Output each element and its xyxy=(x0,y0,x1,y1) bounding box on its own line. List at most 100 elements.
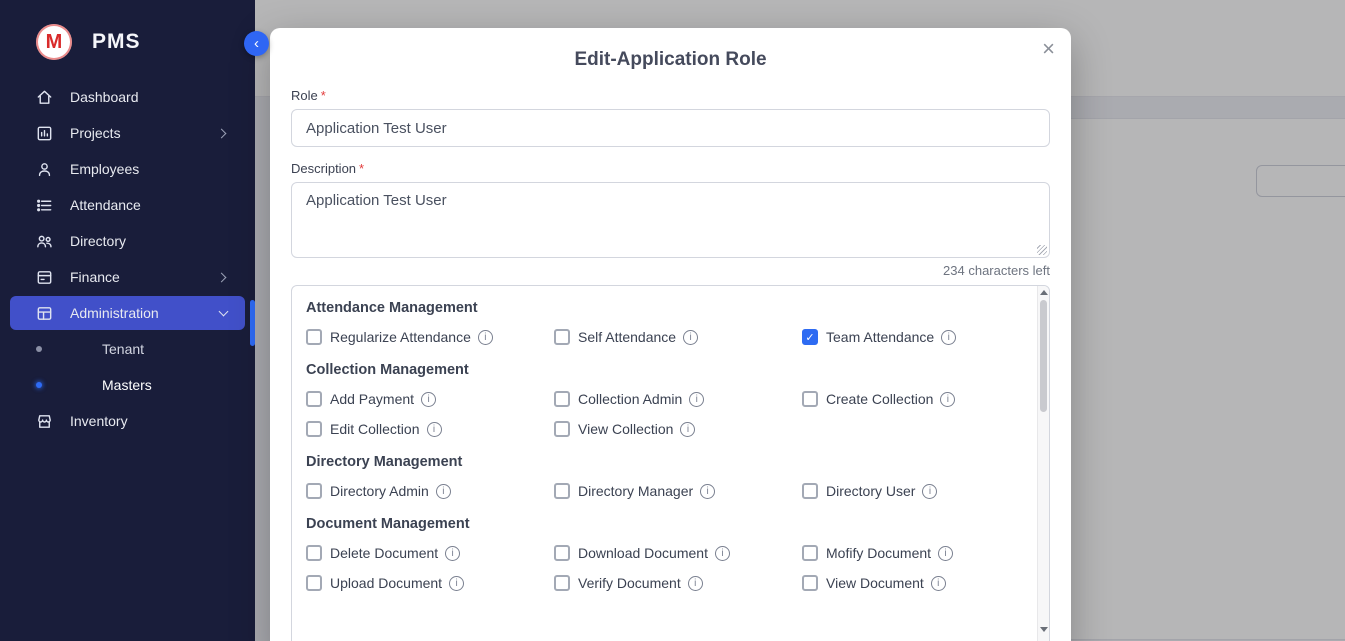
permission-self-attendance[interactable]: Self Attendance i xyxy=(554,326,802,348)
permission-edit-collection[interactable]: Edit Collectioni xyxy=(306,418,554,440)
info-icon[interactable]: i xyxy=(421,392,436,407)
permission-view-collection[interactable]: View Collectioni xyxy=(554,418,802,440)
sidebar-item-tenant[interactable]: Tenant xyxy=(0,331,255,367)
sidebar-item-administration[interactable]: Administration xyxy=(10,296,245,330)
sidebar-item-projects[interactable]: Projects xyxy=(0,115,255,151)
app-title: PMS xyxy=(92,30,141,54)
role-input[interactable] xyxy=(291,109,1050,147)
checkbox[interactable] xyxy=(554,575,570,591)
checkbox[interactable] xyxy=(306,575,322,591)
permission-create-collection[interactable]: Create Collection i xyxy=(802,388,1025,410)
sidebar-collapse-button[interactable]: ‹ xyxy=(244,31,269,56)
checkbox[interactable] xyxy=(802,575,818,591)
permission-directory-user[interactable]: Directory Useri xyxy=(802,480,1025,502)
info-icon[interactable]: i xyxy=(931,576,946,591)
sidebar-item-label: Masters xyxy=(102,377,152,393)
chevron-right-icon xyxy=(217,272,227,282)
checkbox[interactable] xyxy=(554,421,570,437)
info-icon[interactable]: i xyxy=(478,330,493,345)
permission-view-document[interactable]: View Documenti xyxy=(802,572,1025,594)
scroll-down-icon[interactable] xyxy=(1040,627,1048,632)
directory-icon xyxy=(34,231,54,251)
permission-section-title: Attendance Management xyxy=(306,300,1025,316)
permission-mofify-document[interactable]: Mofify Document i xyxy=(802,542,1025,564)
checkbox[interactable] xyxy=(802,545,818,561)
permission-directory-manager[interactable]: Directory Manageri xyxy=(554,480,802,502)
permission-label: Self Attendance xyxy=(578,329,676,345)
sidebar-item-label: Inventory xyxy=(70,413,128,429)
checkbox[interactable] xyxy=(306,329,322,345)
permissions-sections: Attendance Management Regularize Attendan… xyxy=(292,286,1037,641)
permission-directory-admin[interactable]: Directory Admin i xyxy=(306,480,554,502)
sidebar: M PMS DashboardProjectsEmployeesAttendan… xyxy=(0,0,255,641)
permission-label: Regularize Attendance xyxy=(330,329,471,345)
logo-icon: M xyxy=(36,24,72,60)
checkbox[interactable] xyxy=(802,391,818,407)
info-icon[interactable]: i xyxy=(940,392,955,407)
bullet-icon xyxy=(36,346,42,352)
info-icon[interactable]: i xyxy=(680,422,695,437)
permission-label: Verify Document xyxy=(578,575,681,591)
info-icon[interactable]: i xyxy=(445,546,460,561)
description-textarea[interactable]: Application Test User xyxy=(291,182,1050,258)
info-icon[interactable]: i xyxy=(922,484,937,499)
checkbox[interactable] xyxy=(554,391,570,407)
permission-grid: Delete DocumentiDownload DocumentiMofify… xyxy=(306,542,1025,594)
permission-label: Mofify Document xyxy=(826,545,931,561)
permission-label: Upload Document xyxy=(330,575,442,591)
sidebar-item-dashboard[interactable]: Dashboard xyxy=(0,79,255,115)
characters-left-counter: 234 characters left xyxy=(291,263,1050,278)
info-icon[interactable]: i xyxy=(938,546,953,561)
info-icon[interactable]: i xyxy=(688,576,703,591)
required-asterisk: * xyxy=(321,88,326,103)
info-icon[interactable]: i xyxy=(449,576,464,591)
permission-add-payment[interactable]: Add Paymenti xyxy=(306,388,554,410)
info-icon[interactable]: i xyxy=(683,330,698,345)
sidebar-item-directory[interactable]: Directory xyxy=(0,223,255,259)
permission-regularize-attendance[interactable]: Regularize Attendance i xyxy=(306,326,554,348)
permission-download-document[interactable]: Download Document i xyxy=(554,542,802,564)
employees-icon xyxy=(34,159,54,179)
sidebar-item-masters[interactable]: Masters xyxy=(0,367,255,403)
permission-collection-admin[interactable]: Collection Admini xyxy=(554,388,802,410)
permission-verify-document[interactable]: Verify Document i xyxy=(554,572,802,594)
textarea-resize-handle[interactable] xyxy=(1037,245,1047,255)
chevron-down-icon xyxy=(219,307,229,317)
sidebar-item-employees[interactable]: Employees xyxy=(0,151,255,187)
permission-delete-document[interactable]: Delete Document i xyxy=(306,542,554,564)
scrollbar-thumb[interactable] xyxy=(1040,300,1047,412)
permission-label: Create Collection xyxy=(826,391,933,407)
description-label: Description* xyxy=(291,161,1050,176)
chevron-right-icon xyxy=(217,128,227,138)
scroll-up-icon[interactable] xyxy=(1040,290,1048,295)
scrollbar-track[interactable] xyxy=(1037,286,1049,641)
info-icon[interactable]: i xyxy=(689,392,704,407)
permission-label: Directory Admin xyxy=(330,483,429,499)
checkbox[interactable] xyxy=(554,483,570,499)
info-icon[interactable]: i xyxy=(715,546,730,561)
permission-label: Download Document xyxy=(578,545,708,561)
info-icon[interactable]: i xyxy=(700,484,715,499)
info-icon[interactable]: i xyxy=(941,330,956,345)
checkbox[interactable] xyxy=(306,545,322,561)
checkbox[interactable]: ✓ xyxy=(802,329,818,345)
checkbox[interactable] xyxy=(306,391,322,407)
checkbox[interactable] xyxy=(802,483,818,499)
permission-upload-document[interactable]: Upload Document i xyxy=(306,572,554,594)
checkbox[interactable] xyxy=(554,545,570,561)
permission-grid: Add PaymentiCollection AdminiCreate Coll… xyxy=(306,388,1025,440)
permission-team-attendance[interactable]: ✓Team Attendancei xyxy=(802,326,1025,348)
checkbox[interactable] xyxy=(306,421,322,437)
permission-label: Delete Document xyxy=(330,545,438,561)
close-icon[interactable]: × xyxy=(1042,38,1055,60)
description-label-text: Description xyxy=(291,161,356,176)
sidebar-item-finance[interactable]: Finance xyxy=(0,259,255,295)
checkbox[interactable] xyxy=(554,329,570,345)
sidebar-item-attendance[interactable]: Attendance xyxy=(0,187,255,223)
info-icon[interactable]: i xyxy=(427,422,442,437)
sidebar-item-inventory[interactable]: Inventory xyxy=(0,403,255,439)
info-icon[interactable]: i xyxy=(436,484,451,499)
permission-section-title: Collection Management xyxy=(306,362,1025,378)
finance-icon xyxy=(34,267,54,287)
checkbox[interactable] xyxy=(306,483,322,499)
